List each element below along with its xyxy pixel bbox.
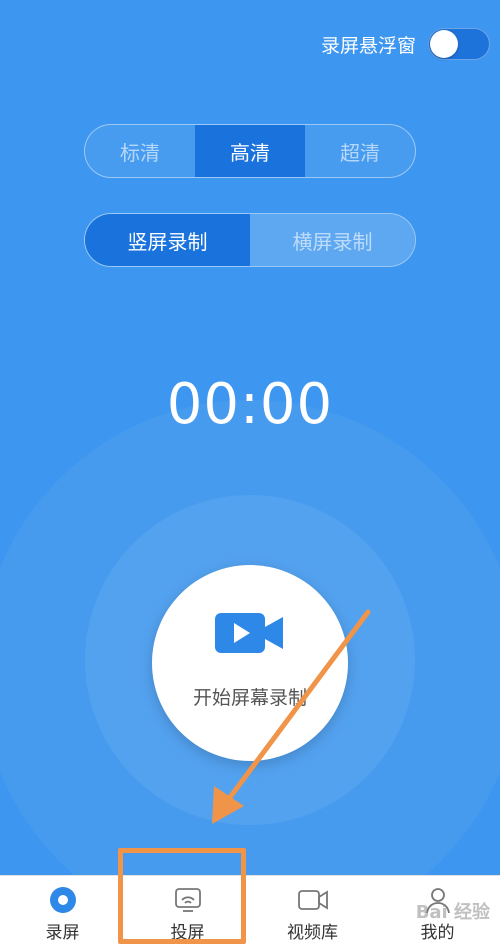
- tab-record[interactable]: 录屏: [0, 876, 125, 947]
- quality-option-standard[interactable]: 标清: [85, 125, 195, 177]
- quality-option-ultra[interactable]: 超清: [305, 125, 415, 177]
- orientation-option-portrait[interactable]: 竖屏录制: [85, 214, 250, 266]
- video-library-icon: [297, 884, 329, 916]
- tab-video-library-label: 视频库: [287, 923, 338, 943]
- start-recording-label: 开始屏幕录制: [192, 687, 307, 709]
- toggle-knob: [430, 30, 458, 58]
- orientation-option-landscape[interactable]: 横屏录制: [250, 214, 415, 266]
- record-dot-icon: [47, 884, 79, 916]
- floating-window-row: 录屏悬浮窗: [321, 24, 490, 64]
- quality-selector: 标清 高清 超清: [84, 124, 416, 178]
- start-recording-button[interactable]: 开始屏幕录制: [152, 565, 348, 761]
- orientation-selector: 竖屏录制 横屏录制: [84, 213, 416, 267]
- tab-record-label: 录屏: [45, 923, 80, 943]
- floating-window-label: 录屏悬浮窗: [320, 34, 416, 57]
- video-camera-icon: [215, 609, 285, 661]
- annotation-highlight-box: [118, 848, 246, 944]
- record-screen: 录屏悬浮窗 标清 高清 超清 竖屏录制 横屏录制 00:00 开始屏幕录制: [0, 0, 500, 875]
- floating-window-toggle[interactable]: [428, 28, 490, 60]
- recording-timer: 00:00: [166, 372, 334, 437]
- tab-video-library[interactable]: 视频库: [250, 876, 375, 947]
- watermark-text: Bai 经验: [415, 902, 490, 923]
- quality-option-high[interactable]: 高清: [195, 125, 305, 177]
